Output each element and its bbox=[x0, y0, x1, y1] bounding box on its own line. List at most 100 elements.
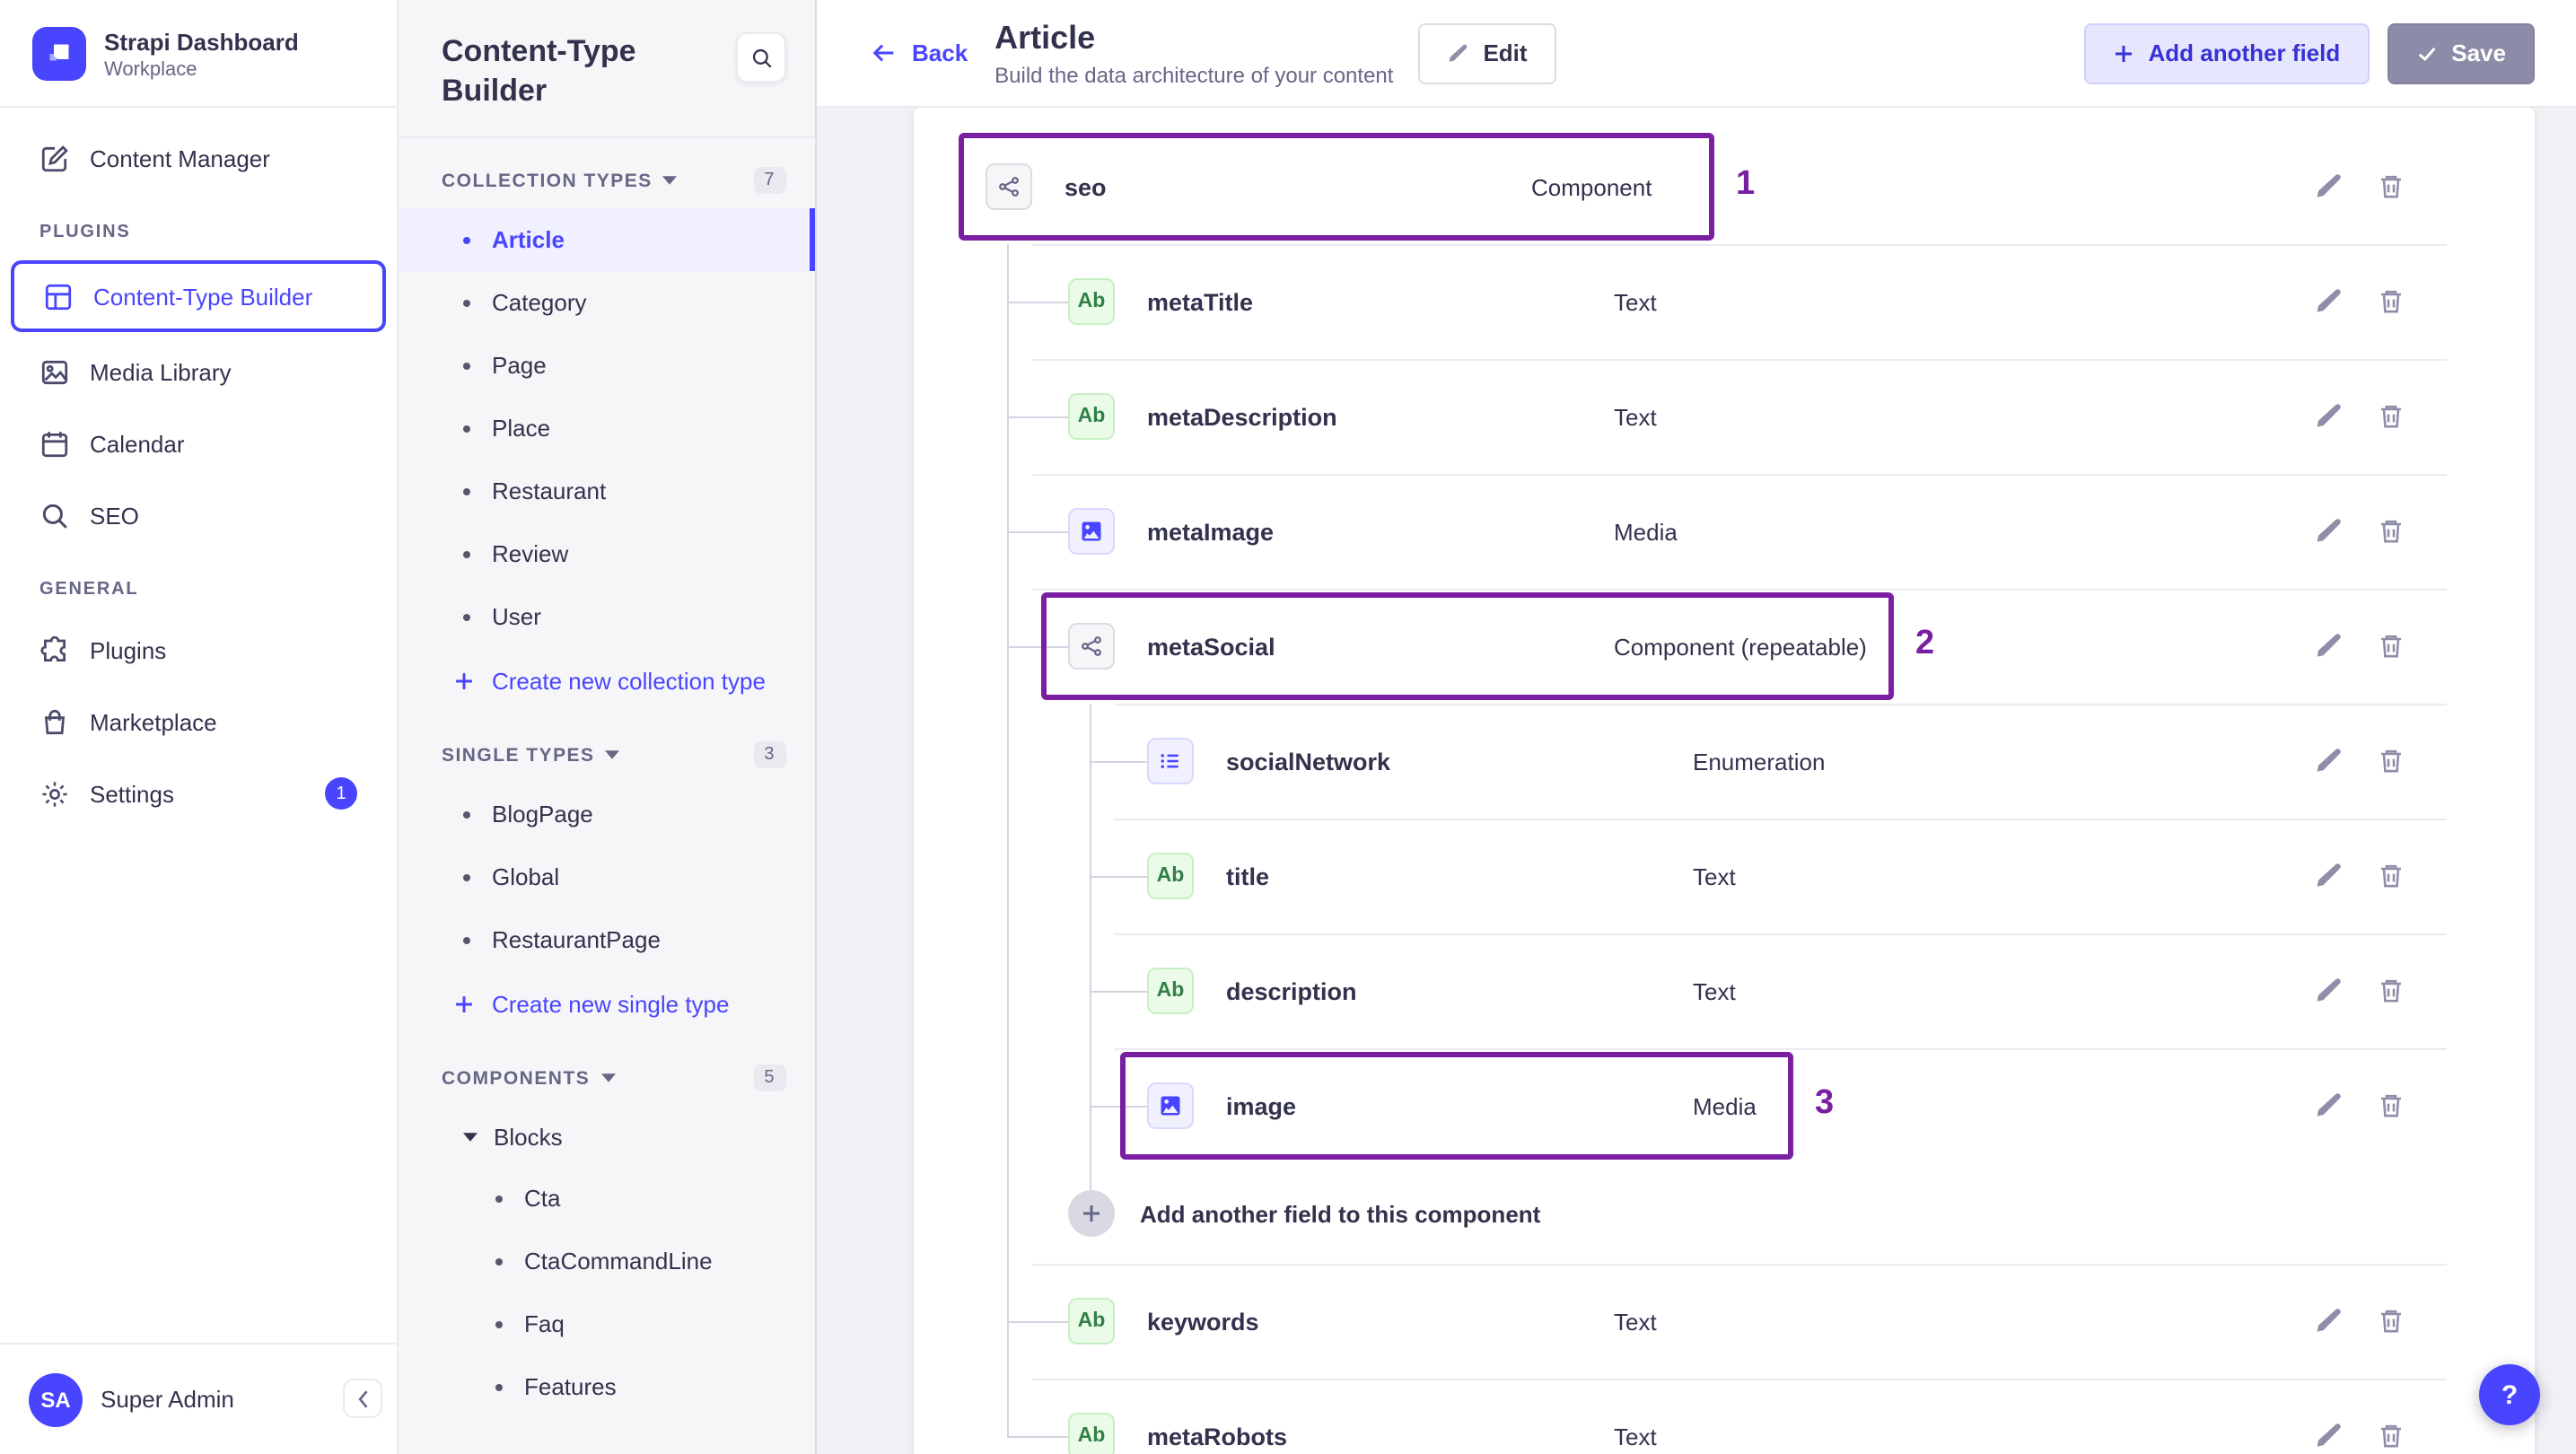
row-divider bbox=[1115, 1048, 2447, 1050]
edit-field-button[interactable] bbox=[2314, 860, 2346, 892]
collection-type-user[interactable]: User bbox=[399, 585, 815, 648]
sidebar-item-marketplace[interactable]: Marketplace bbox=[0, 686, 397, 758]
help-button[interactable]: ? bbox=[2479, 1364, 2540, 1425]
field-name: metaImage bbox=[1147, 518, 1275, 545]
edit-field-button[interactable] bbox=[2314, 1090, 2346, 1122]
single-types-header[interactable]: SINGLE TYPES 3 bbox=[399, 713, 815, 783]
sidebar-item-settings[interactable]: Settings 1 bbox=[0, 758, 397, 829]
back-button[interactable]: Back bbox=[871, 39, 968, 66]
component-category-label: Blocks bbox=[494, 1123, 563, 1151]
panel-title: Content-Type Builder bbox=[442, 34, 636, 109]
collapse-sidebar-button[interactable] bbox=[343, 1379, 382, 1418]
sidebar-item-content-type-builder[interactable]: Content-Type Builder bbox=[11, 260, 386, 332]
delete-field-button[interactable] bbox=[2377, 1090, 2409, 1122]
component-ctacommandline[interactable]: CtaCommandLine bbox=[399, 1230, 815, 1292]
single-type-label: RestaurantPage bbox=[492, 926, 661, 954]
delete-field-button[interactable] bbox=[2377, 745, 2409, 777]
edit-field-button[interactable] bbox=[2314, 171, 2346, 203]
annotation-number-2: 2 bbox=[1915, 625, 1935, 662]
sidebar-item-calendar[interactable]: Calendar bbox=[0, 407, 397, 479]
component-faq[interactable]: Faq bbox=[399, 1292, 815, 1355]
collection-type-restaurant[interactable]: Restaurant bbox=[399, 460, 815, 522]
field-type: Text bbox=[1693, 977, 1736, 1004]
enumeration-field-icon bbox=[1147, 738, 1194, 784]
title-block: Article Build the data architecture of y… bbox=[994, 19, 1393, 87]
edit-field-button[interactable] bbox=[2314, 1305, 2346, 1337]
collection-type-article[interactable]: Article bbox=[399, 208, 815, 272]
field-row-description: Ab description Text bbox=[914, 933, 2535, 1048]
component-category-blocks[interactable]: Blocks bbox=[399, 1106, 815, 1167]
add-another-field-button[interactable]: Add another field bbox=[2083, 22, 2370, 83]
create-collection-type-link[interactable]: Create new collection type bbox=[399, 648, 815, 713]
row-divider bbox=[1032, 589, 2447, 591]
delete-field-button[interactable] bbox=[2377, 630, 2409, 662]
single-type-blogpage[interactable]: BlogPage bbox=[399, 783, 815, 845]
edit-field-button[interactable] bbox=[2314, 745, 2346, 777]
bullet-icon bbox=[495, 1195, 503, 1203]
collection-type-review[interactable]: Review bbox=[399, 522, 815, 585]
edit-button[interactable]: Edit bbox=[1418, 22, 1556, 83]
sidebar-item-label: Marketplace bbox=[90, 708, 217, 735]
field-type: Media bbox=[1614, 518, 1678, 545]
annotation-number-3: 3 bbox=[1815, 1084, 1835, 1122]
search-button[interactable] bbox=[736, 32, 786, 83]
sidebar-item-label: Content Manager bbox=[90, 145, 270, 171]
chevron-down-icon bbox=[662, 176, 678, 186]
avatar[interactable]: SA bbox=[29, 1372, 83, 1426]
field-row-keywords: Ab keywords Text bbox=[914, 1264, 2535, 1379]
sidebar-item-content-manager[interactable]: Content Manager bbox=[0, 122, 397, 194]
edit-field-button[interactable] bbox=[2314, 975, 2346, 1007]
components-header[interactable]: COMPONENTS 5 bbox=[399, 1036, 815, 1106]
field-row-metatitle: Ab metaTitle Text bbox=[914, 244, 2535, 359]
field-row-seo: seo Component bbox=[914, 129, 2535, 244]
collection-type-category[interactable]: Category bbox=[399, 271, 815, 334]
edit-label: Edit bbox=[1483, 39, 1528, 66]
collection-types-header[interactable]: COLLECTION TYPES 7 bbox=[399, 138, 815, 208]
delete-field-button[interactable] bbox=[2377, 975, 2409, 1007]
create-single-type-link[interactable]: Create new single type bbox=[399, 971, 815, 1036]
add-component-field-row[interactable]: Add another field to this component bbox=[914, 1163, 2535, 1264]
collection-type-page[interactable]: Page bbox=[399, 334, 815, 397]
delete-field-button[interactable] bbox=[2377, 860, 2409, 892]
brand-block: Strapi Dashboard Workplace bbox=[0, 0, 397, 108]
back-label: Back bbox=[912, 39, 968, 66]
delete-field-button[interactable] bbox=[2377, 171, 2409, 203]
plus-icon bbox=[2112, 42, 2134, 64]
sidebar-item-plugins[interactable]: Plugins bbox=[0, 614, 397, 686]
delete-field-button[interactable] bbox=[2377, 1305, 2409, 1337]
field-type: Component (repeatable) bbox=[1614, 633, 1867, 660]
edit-field-button[interactable] bbox=[2314, 630, 2346, 662]
delete-field-button[interactable] bbox=[2377, 400, 2409, 433]
fields-card: seo Component Ab metaTitle Text Ab metaD… bbox=[914, 108, 2535, 1454]
sidebar-item-label: Content-Type Builder bbox=[93, 283, 313, 310]
plus-circle-icon[interactable] bbox=[1068, 1190, 1115, 1237]
layout-grid-icon bbox=[43, 281, 74, 311]
component-cta[interactable]: Cta bbox=[399, 1167, 815, 1230]
single-type-label: Global bbox=[492, 863, 560, 891]
delete-field-button[interactable] bbox=[2377, 515, 2409, 547]
media-field-icon bbox=[1147, 1082, 1194, 1129]
delete-field-button[interactable] bbox=[2377, 285, 2409, 318]
text-field-icon: Ab bbox=[1068, 1298, 1115, 1345]
edit-field-button[interactable] bbox=[2314, 515, 2346, 547]
sidebar-item-seo[interactable]: SEO bbox=[0, 479, 397, 551]
create-link-label: Create new single type bbox=[492, 990, 730, 1018]
gear-icon bbox=[39, 778, 70, 809]
save-button[interactable]: Save bbox=[2387, 22, 2535, 83]
edit-field-button[interactable] bbox=[2314, 400, 2346, 433]
bullet-icon bbox=[463, 299, 470, 307]
sidebar-item-media-library[interactable]: Media Library bbox=[0, 336, 397, 407]
edit-field-button[interactable] bbox=[2314, 285, 2346, 318]
collection-type-label: Page bbox=[492, 352, 547, 380]
row-divider bbox=[1032, 1379, 2447, 1380]
edit-field-button[interactable] bbox=[2314, 1420, 2346, 1452]
component-features[interactable]: Features bbox=[399, 1355, 815, 1418]
main-nav: Content Manager PLUGINS Content-Type Bui… bbox=[0, 108, 397, 1343]
collection-type-place[interactable]: Place bbox=[399, 397, 815, 460]
add-component-field-label: Add another field to this component bbox=[1140, 1200, 1541, 1227]
single-type-global[interactable]: Global bbox=[399, 845, 815, 908]
bullet-icon bbox=[463, 236, 470, 244]
component-field-icon bbox=[1068, 623, 1115, 670]
delete-field-button[interactable] bbox=[2377, 1420, 2409, 1452]
single-type-restaurantpage[interactable]: RestaurantPage bbox=[399, 908, 815, 971]
